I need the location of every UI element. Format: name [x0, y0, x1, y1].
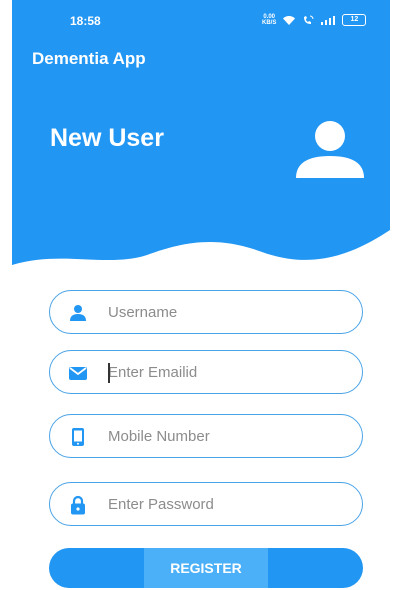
- person-icon: [296, 121, 364, 178]
- mobile-field[interactable]: [49, 414, 363, 458]
- phone-screen: 18:58 0.00 KB/S 12 Dementia App New User…: [12, 0, 390, 590]
- person-icon: [70, 305, 86, 321]
- header-wave-background: [12, 80, 390, 265]
- battery-level: 12: [350, 16, 359, 23]
- signal-icon: [321, 15, 336, 25]
- battery-icon: 12: [342, 14, 367, 26]
- register-button-label: REGISTER: [144, 548, 268, 588]
- lock-icon: [71, 495, 85, 515]
- app-bar: Dementia App: [12, 40, 390, 82]
- status-time: 18:58: [70, 14, 101, 28]
- phone-icon: [72, 428, 84, 446]
- mobile-input[interactable]: [108, 421, 348, 451]
- page-title: New User: [50, 124, 164, 152]
- email-input[interactable]: [108, 357, 348, 387]
- email-field[interactable]: [49, 350, 363, 394]
- app-title: Dementia App: [32, 49, 146, 68]
- wifi-icon: [283, 15, 296, 25]
- password-input[interactable]: [108, 489, 348, 519]
- status-bar: 18:58 0.00 KB/S 12: [12, 0, 390, 40]
- register-button[interactable]: REGISTER: [49, 548, 363, 588]
- wifi-calling-icon: [304, 15, 314, 24]
- mail-icon: [69, 367, 87, 380]
- status-icons: 0.00 KB/S 12: [262, 12, 367, 28]
- net-speed-indicator: 0.00 KB/S: [262, 14, 276, 26]
- password-field[interactable]: [49, 482, 363, 526]
- text-cursor: [108, 363, 110, 383]
- username-field[interactable]: [49, 290, 363, 334]
- username-input[interactable]: [108, 297, 348, 327]
- net-speed-unit: KB/S: [262, 20, 277, 26]
